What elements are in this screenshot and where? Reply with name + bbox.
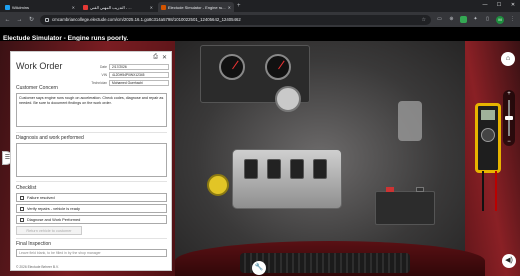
tab-favicon	[83, 4, 88, 10]
checklist-label: Failure resolved	[27, 195, 55, 200]
multimeter[interactable]	[475, 103, 501, 173]
battery[interactable]	[375, 187, 435, 225]
extension-icon[interactable]	[460, 16, 467, 23]
sound-icon[interactable]: ◀)	[502, 254, 516, 268]
address-bar[interactable]: cmcambriancollege.electude.com/cm/2025.1…	[40, 14, 431, 25]
battery-negative-terminal[interactable]	[416, 187, 424, 192]
reload-icon[interactable]: ↻	[28, 16, 35, 23]
checklist-item[interactable]: Failure resolved	[16, 193, 167, 202]
divider	[16, 238, 167, 239]
home-icon[interactable]: ⌂	[501, 52, 515, 66]
close-icon[interactable]: ✕	[162, 54, 167, 61]
cast-icon[interactable]: ▭	[436, 16, 443, 23]
return-vehicle-button[interactable]: Return vehicle to customer	[16, 226, 82, 235]
meta-row-date: Date 2/17/2026	[83, 63, 169, 70]
meta-label: Date	[100, 64, 107, 69]
multimeter-black-lead[interactable]	[482, 171, 484, 211]
maximize-button[interactable]: ☐	[492, 0, 506, 10]
work-order-panel: ⎙ ✕ Work Order Date 2/17/2026 VIN 4L2DH5…	[10, 51, 172, 271]
menu-kebab-icon[interactable]: ⋮	[509, 16, 516, 23]
profile-avatar[interactable]: M	[496, 15, 504, 24]
url-text: cmcambriancollege.electude.com/cm/2025.1…	[52, 17, 241, 22]
checklist-item[interactable]: Diagnose and Work Performed	[16, 215, 167, 224]
engine-block[interactable]	[232, 149, 342, 209]
meta-row-vin: VIN 4L2DH54P0WX12345	[83, 71, 169, 78]
zoom-slider[interactable]: + −	[503, 90, 515, 146]
panel-actions: ⎙ ✕	[153, 54, 167, 61]
customer-concern-text: Customer says engine runs rough on accel…	[16, 93, 167, 127]
browser-tabbar: WAdmins ✕ التدريب المهني الفني - ... ✕ E…	[0, 0, 520, 12]
coolant-reservoir[interactable]	[398, 101, 422, 141]
tab-favicon	[5, 4, 10, 10]
new-tab-button[interactable]: +	[237, 3, 241, 9]
tab-close-icon[interactable]: ✕	[150, 5, 153, 10]
checklist-label: Diagnose and Work Performed	[27, 217, 81, 222]
tab-title: التدريب المهني الفني - ...	[90, 4, 132, 10]
diagnosis-textarea[interactable]	[16, 143, 167, 177]
tab-close-icon[interactable]: ✕	[72, 5, 75, 10]
final-inspection-field[interactable]: Leave field blank, to be filled in by th…	[16, 249, 167, 257]
checklist-label: Verify repairs - vehicle is ready	[27, 206, 80, 211]
zoom-in-icon[interactable]: +	[503, 90, 515, 98]
screen: WAdmins ✕ التدريب المهني الفني - ... ✕ E…	[0, 0, 520, 276]
ignition-coil-3[interactable]	[290, 159, 304, 179]
translate-icon[interactable]: ⊕	[448, 16, 455, 23]
technician-field[interactable]: Mohamed Guerhachi	[109, 79, 169, 86]
ignition-coil-4[interactable]	[313, 159, 327, 179]
checkbox[interactable]	[20, 217, 24, 222]
browser-toolbar: ← → ↻ cmcambriancollege.electude.com/cm/…	[0, 12, 520, 27]
site-info-icon[interactable]	[45, 17, 49, 22]
work-order-title: Work Order	[16, 61, 63, 71]
checklist-heading: Checklist	[16, 185, 37, 191]
zoom-thumb[interactable]	[505, 116, 513, 120]
close-window-button[interactable]: ✕	[506, 0, 520, 10]
sidepanel-icon[interactable]: ▯	[484, 16, 491, 23]
meta-label: Technician	[91, 80, 107, 85]
print-icon[interactable]: ⎙	[153, 54, 158, 61]
bookmark-star-icon[interactable]: ☆	[422, 17, 426, 23]
vin-field[interactable]: 4L2DH54P0WX12345	[109, 71, 169, 78]
tab-title: WAdmins	[12, 4, 29, 10]
tab-title: Electude Simulator - Engine ru...	[168, 4, 226, 10]
meta-label: VIN	[101, 72, 108, 77]
multimeter-display	[481, 110, 495, 120]
browser-tab-3[interactable]: Electude Simulator - Engine ru... ✕	[158, 2, 234, 12]
tab-favicon	[161, 4, 166, 10]
customer-concern-heading: Customer Concern	[16, 85, 58, 91]
divider	[16, 132, 167, 133]
window-controls: — ☐ ✕	[478, 0, 520, 10]
diagnosis-heading: Diagnosis and work performed	[16, 135, 84, 141]
multimeter-dial[interactable]	[481, 128, 495, 142]
wrench-tool-icon[interactable]: 🔧	[252, 261, 266, 275]
speedometer-gauge	[265, 54, 291, 80]
ignition-coil-1[interactable]	[244, 159, 258, 179]
ignition-coil-2[interactable]	[267, 159, 281, 179]
checkbox[interactable]	[20, 195, 24, 200]
ignition-key-icon[interactable]	[275, 86, 301, 112]
tachometer-gauge	[219, 54, 245, 80]
multimeter-red-lead[interactable]	[495, 171, 497, 211]
oil-filler-cap[interactable]	[207, 174, 229, 196]
divider	[16, 181, 167, 182]
battery-positive-terminal[interactable]	[386, 187, 394, 192]
forward-arrow-icon[interactable]: →	[16, 17, 23, 23]
date-field[interactable]: 2/17/2026	[109, 63, 169, 70]
copyright-text: © 2026 Electude Beheer B.V.	[16, 265, 59, 269]
minimize-button[interactable]: —	[478, 0, 492, 10]
back-arrow-icon[interactable]: ←	[4, 17, 11, 23]
checklist-item[interactable]: Verify repairs - vehicle is ready	[16, 204, 167, 213]
final-inspection-heading: Final Inspection	[16, 241, 52, 247]
browser-tab-1[interactable]: WAdmins ✕	[2, 2, 78, 12]
meta-row-technician: Technician Mohamed Guerhachi	[83, 79, 169, 86]
work-order-meta: Date 2/17/2026 VIN 4L2DH54P0WX12345 Tech…	[83, 63, 169, 87]
zoom-out-icon[interactable]: −	[503, 138, 515, 146]
app-header: Electude Simulator - Engine runs poorly.	[0, 27, 520, 42]
tab-close-icon[interactable]: ✕	[228, 5, 231, 10]
checkbox[interactable]	[20, 206, 24, 211]
browser-tab-2[interactable]: التدريب المهني الفني - ... ✕	[80, 2, 156, 12]
extensions-puzzle-icon[interactable]: ✦	[472, 16, 479, 23]
